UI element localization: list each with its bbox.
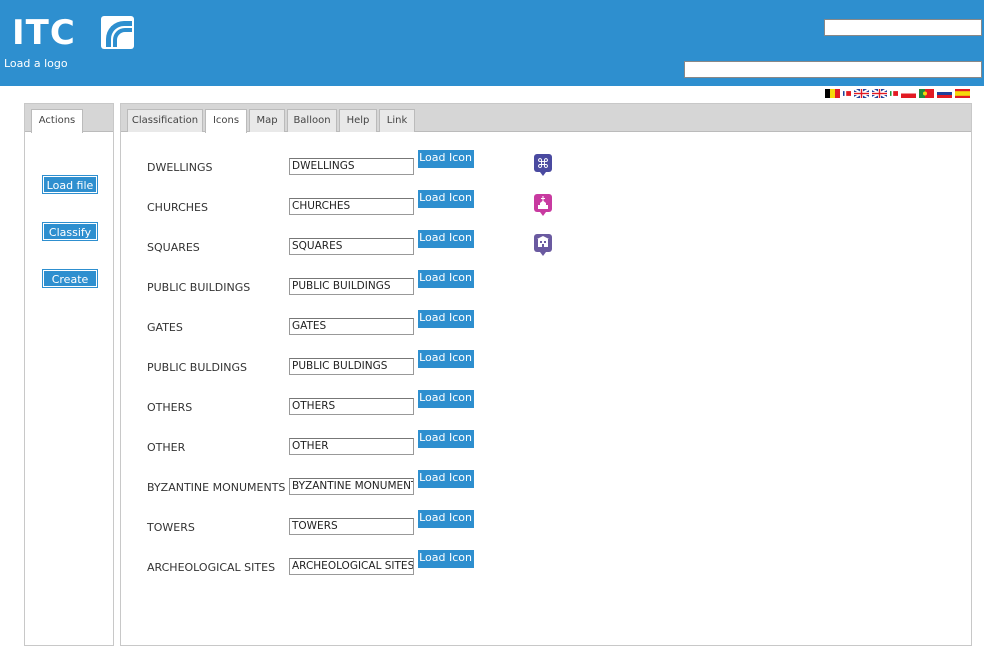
svg-text:⌘: ⌘ bbox=[537, 157, 550, 172]
tab-help[interactable]: Help bbox=[339, 109, 377, 132]
row-label-public-buldings: PUBLIC BULDINGS bbox=[147, 361, 247, 374]
load-icon-button-dwellings[interactable]: Load Icon bbox=[418, 150, 474, 168]
row-input-others[interactable]: OTHERS bbox=[289, 398, 414, 415]
poland-flag-icon[interactable] bbox=[901, 89, 916, 98]
row-label-churches: CHURCHES bbox=[147, 201, 208, 214]
row-input-squares[interactable]: SQUARES bbox=[289, 238, 414, 255]
load-icon-button-public-buldings[interactable]: Load Icon bbox=[418, 350, 474, 368]
uk-flag-icon[interactable] bbox=[854, 89, 869, 98]
uk-flag-icon-2[interactable] bbox=[872, 89, 887, 98]
header-input-bottom[interactable] bbox=[684, 61, 982, 78]
slovenia-flag-icon[interactable] bbox=[937, 89, 952, 98]
icons-panel: Classification Icons Map Balloon Help Li… bbox=[120, 103, 972, 646]
tab-map[interactable]: Map bbox=[249, 109, 285, 132]
row-input-towers[interactable]: TOWERS bbox=[289, 518, 414, 535]
load-icon-button-churches[interactable]: Load Icon bbox=[418, 190, 474, 208]
row-label-archeological-sites: ARCHEOLOGICAL SITES bbox=[147, 561, 276, 574]
logo-text: ITC bbox=[12, 13, 76, 53]
belgium-flag-icon[interactable] bbox=[825, 89, 840, 98]
load-logo-link[interactable]: Load a logo bbox=[4, 57, 68, 70]
language-flags bbox=[825, 89, 970, 98]
row-input-other[interactable]: OTHER bbox=[289, 438, 414, 455]
row-label-byzantine-monuments: BYZANTINE MONUMENTS bbox=[147, 481, 286, 494]
app-header: ITC Load a logo bbox=[0, 0, 984, 86]
header-input-top[interactable] bbox=[824, 19, 982, 36]
load-icon-button-public-buildings[interactable]: Load Icon bbox=[418, 270, 474, 288]
france-flag-icon[interactable] bbox=[843, 89, 851, 98]
row-input-gates[interactable]: GATES bbox=[289, 318, 414, 335]
tab-classification[interactable]: Classification bbox=[127, 109, 203, 132]
row-label-other: OTHER bbox=[147, 441, 186, 454]
row-input-archeological-sites[interactable]: ARCHEOLOGICAL SITES bbox=[289, 558, 414, 575]
row-label-public-buildings: PUBLIC BUILDINGS bbox=[147, 281, 251, 294]
row-label-squares: SQUARES bbox=[147, 241, 200, 254]
row-label-towers: TOWERS bbox=[147, 521, 195, 534]
church-marker-icon bbox=[534, 194, 552, 216]
load-icon-button-others[interactable]: Load Icon bbox=[418, 390, 474, 408]
load-icon-button-squares[interactable]: Load Icon bbox=[418, 230, 474, 248]
command-marker-icon: ⌘ bbox=[534, 154, 552, 176]
portugal-flag-icon[interactable] bbox=[919, 89, 934, 98]
load-icon-button-archeological-sites[interactable]: Load Icon bbox=[418, 550, 474, 568]
main-tabbar: Classification Icons Map Balloon Help Li… bbox=[121, 104, 971, 133]
load-icon-button-byzantine-monuments[interactable]: Load Icon bbox=[418, 470, 474, 488]
logo-mark-icon bbox=[101, 16, 134, 49]
load-file-button[interactable]: Load file bbox=[42, 175, 98, 194]
row-label-dwellings: DWELLINGS bbox=[147, 161, 213, 174]
row-input-dwellings[interactable]: DWELLINGS bbox=[289, 158, 414, 175]
actions-tabbar: Actions bbox=[25, 104, 113, 133]
itc-logo: ITC bbox=[12, 13, 142, 53]
tab-actions[interactable]: Actions bbox=[31, 109, 83, 133]
row-label-gates: GATES bbox=[147, 321, 183, 334]
tab-link[interactable]: Link bbox=[379, 109, 415, 132]
row-label-others: OTHERS bbox=[147, 401, 193, 414]
spain-flag-icon[interactable] bbox=[955, 89, 970, 98]
italy-flag-icon[interactable] bbox=[890, 89, 898, 98]
create-button[interactable]: Create bbox=[42, 269, 98, 288]
row-input-byzantine-monuments[interactable]: BYZANTINE MONUMENTS bbox=[289, 478, 414, 495]
tab-balloon[interactable]: Balloon bbox=[287, 109, 337, 132]
classify-button[interactable]: Classify bbox=[42, 222, 98, 241]
row-input-public-buildings[interactable]: PUBLIC BUILDINGS bbox=[289, 278, 414, 295]
tab-icons[interactable]: Icons bbox=[205, 109, 247, 133]
row-input-churches[interactable]: CHURCHES bbox=[289, 198, 414, 215]
actions-panel: Actions Load file Classify Create bbox=[24, 103, 114, 646]
load-icon-button-towers[interactable]: Load Icon bbox=[418, 510, 474, 528]
load-icon-button-gates[interactable]: Load Icon bbox=[418, 310, 474, 328]
square-marker-icon bbox=[534, 234, 552, 256]
row-input-public-buldings[interactable]: PUBLIC BULDINGS bbox=[289, 358, 414, 375]
load-icon-button-other[interactable]: Load Icon bbox=[418, 430, 474, 448]
